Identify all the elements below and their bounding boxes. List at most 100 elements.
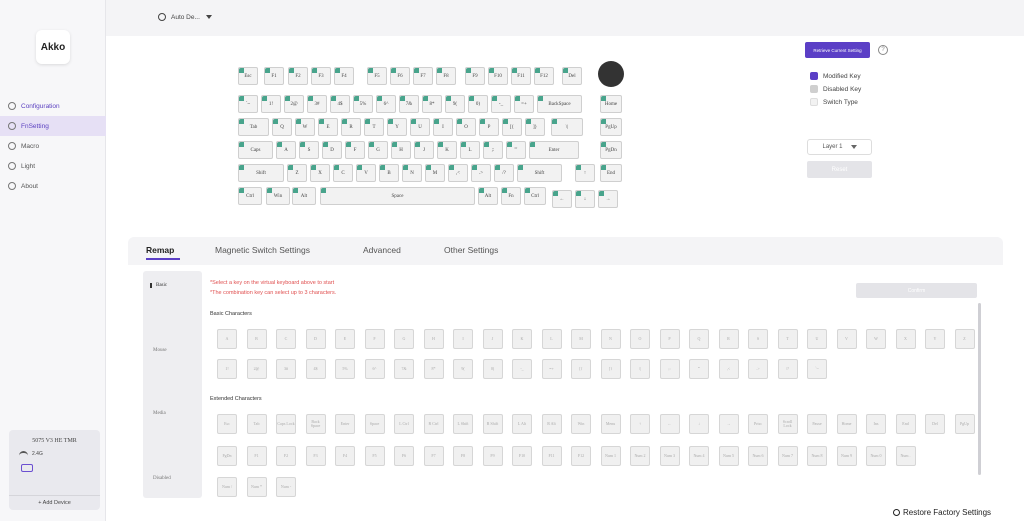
key[interactable]: PgDn xyxy=(600,141,622,159)
key[interactable]: B xyxy=(379,164,399,182)
key[interactable]: P xyxy=(479,118,499,136)
key[interactable]: S xyxy=(299,141,319,159)
key[interactable]: N xyxy=(402,164,422,182)
character-key[interactable]: 6^ xyxy=(364,359,385,379)
character-key[interactable]: F7 xyxy=(423,446,444,466)
character-key[interactable]: Tab xyxy=(246,414,267,434)
retrieve-setting-button[interactable]: Retrieve Current Setting xyxy=(805,42,870,58)
character-key[interactable]: End xyxy=(895,414,916,434)
key[interactable]: Alt xyxy=(292,187,316,205)
key[interactable]: D xyxy=(322,141,342,159)
character-key[interactable]: Q xyxy=(689,329,709,349)
character-key[interactable]: R Ctrl xyxy=(423,414,444,434)
character-key[interactable]: [{ xyxy=(571,359,591,379)
sidebar-item-macro[interactable]: Macro xyxy=(0,136,106,156)
character-key[interactable]: Scroll Lock xyxy=(777,414,798,434)
character-key[interactable]: Num 6 xyxy=(748,446,768,466)
character-key[interactable]: Num 5 xyxy=(718,446,739,466)
character-key[interactable]: Del xyxy=(925,414,945,434)
character-key[interactable]: Caps Lock xyxy=(276,414,296,434)
character-key[interactable]: F2 xyxy=(276,446,296,466)
character-key[interactable]: L xyxy=(541,329,562,349)
scrollbar[interactable] xyxy=(978,303,981,475)
character-key[interactable]: K xyxy=(512,329,532,349)
tab-other-settings[interactable]: Other Settings xyxy=(444,245,498,255)
sidebar-item-fnsetting[interactable]: FnSetting xyxy=(0,116,106,136)
character-key[interactable]: ↓ xyxy=(689,414,709,434)
key[interactable]: 9( xyxy=(445,95,465,113)
character-key[interactable]: 5% xyxy=(335,359,355,379)
character-key[interactable]: W xyxy=(866,329,886,349)
key[interactable]: 5% xyxy=(353,95,373,113)
character-key[interactable]: F4 xyxy=(335,446,355,466)
character-key[interactable]: R Alt xyxy=(541,414,562,434)
tab-magnetic-switch[interactable]: Magnetic Switch Settings xyxy=(215,245,310,255)
tab-advanced[interactable]: Advanced xyxy=(363,245,401,255)
character-key[interactable]: L Alt xyxy=(512,414,532,434)
key[interactable]: Q xyxy=(272,118,292,136)
character-key[interactable]: 3# xyxy=(276,359,296,379)
key[interactable]: Y xyxy=(387,118,407,136)
key[interactable]: Tab xyxy=(238,118,269,136)
character-key[interactable]: F11 xyxy=(541,446,562,466)
key[interactable]: ;: xyxy=(483,141,503,159)
character-key[interactable]: A xyxy=(217,329,237,349)
key[interactable]: 3# xyxy=(307,95,327,113)
key[interactable]: → xyxy=(598,190,618,208)
key[interactable]: Z xyxy=(287,164,307,182)
character-key[interactable]: E xyxy=(335,329,355,349)
key[interactable]: ↓ xyxy=(575,190,595,208)
character-key[interactable]: M xyxy=(571,329,591,349)
character-key[interactable]: Back Space xyxy=(305,414,326,434)
key[interactable]: F6 xyxy=(390,67,410,85)
character-key[interactable]: Ins xyxy=(866,414,886,434)
key[interactable]: Esc xyxy=(238,67,258,85)
character-key[interactable]: 8* xyxy=(423,359,444,379)
character-key[interactable]: .> xyxy=(748,359,768,379)
character-key[interactable]: 4$ xyxy=(305,359,326,379)
key[interactable]: Shift xyxy=(517,164,562,182)
key[interactable]: F2 xyxy=(288,67,308,85)
character-key[interactable]: ↑ xyxy=(630,414,650,434)
character-key[interactable]: Y xyxy=(925,329,945,349)
key[interactable]: ,< xyxy=(448,164,468,182)
character-key[interactable]: F10 xyxy=(512,446,532,466)
key[interactable]: F1 xyxy=(264,67,284,85)
character-key[interactable]: R xyxy=(718,329,739,349)
character-key[interactable]: P xyxy=(659,329,680,349)
character-key[interactable]: Home xyxy=(836,414,857,434)
character-key[interactable]: 2@ xyxy=(246,359,267,379)
character-key[interactable]: F5 xyxy=(364,446,385,466)
character-key[interactable]: PgUp xyxy=(954,414,975,434)
character-key[interactable]: ]} xyxy=(600,359,621,379)
sidebar-item-light[interactable]: Light xyxy=(0,156,106,176)
key[interactable]: 2@ xyxy=(284,95,304,113)
add-device-button[interactable]: + Add Device xyxy=(9,495,100,506)
key[interactable]: PgUp xyxy=(600,118,622,136)
key[interactable]: E xyxy=(318,118,338,136)
key[interactable]: Space xyxy=(320,187,475,205)
character-key[interactable]: F3 xyxy=(305,446,326,466)
key[interactable]: M xyxy=(425,164,445,182)
key[interactable]: F5 xyxy=(367,67,387,85)
key[interactable]: /? xyxy=(494,164,514,182)
character-key[interactable]: B xyxy=(246,329,267,349)
key[interactable]: End xyxy=(600,164,622,182)
key[interactable]: K xyxy=(437,141,457,159)
key[interactable]: `~ xyxy=(238,95,258,113)
character-key[interactable]: N xyxy=(600,329,621,349)
character-key[interactable]: J xyxy=(482,329,503,349)
key[interactable]: Ctrl xyxy=(524,187,546,205)
key[interactable]: '" xyxy=(506,141,526,159)
key[interactable]: \| xyxy=(551,118,583,136)
key[interactable]: U xyxy=(410,118,430,136)
key[interactable]: F8 xyxy=(436,67,456,85)
character-key[interactable]: ,< xyxy=(718,359,739,379)
character-key[interactable]: Pause xyxy=(807,414,827,434)
key[interactable]: =+ xyxy=(514,95,534,113)
character-key[interactable]: T xyxy=(777,329,798,349)
key[interactable]: Caps xyxy=(238,141,273,159)
key[interactable]: .> xyxy=(471,164,491,182)
character-key[interactable]: -_ xyxy=(512,359,532,379)
character-key[interactable]: Num 9 xyxy=(836,446,857,466)
